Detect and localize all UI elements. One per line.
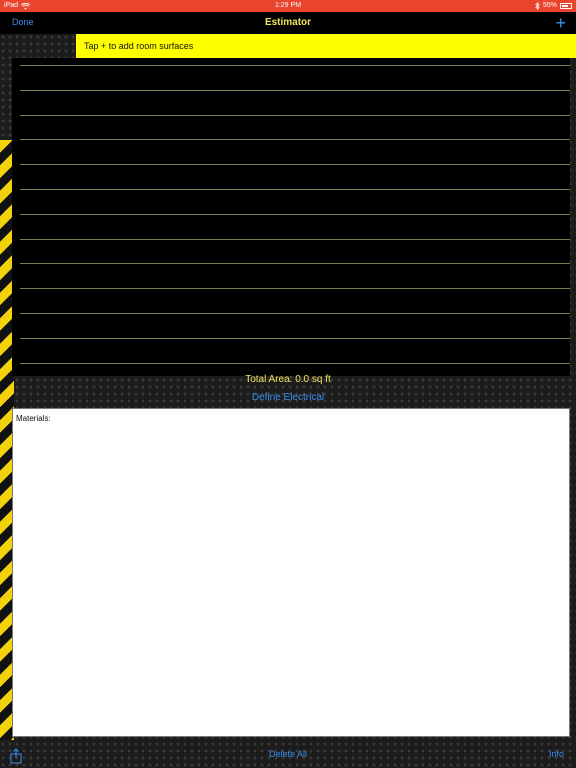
define-electrical-button[interactable]: Define Electrical bbox=[252, 392, 324, 403]
row-separator bbox=[20, 288, 570, 290]
row-separator bbox=[20, 238, 570, 240]
surfaces-list[interactable] bbox=[12, 58, 570, 376]
navigation-bar: Done Estimator + bbox=[0, 12, 576, 34]
battery-percent: 55% bbox=[542, 2, 557, 9]
row-separator bbox=[20, 263, 570, 265]
row-separator bbox=[20, 65, 570, 66]
row-separator bbox=[20, 189, 570, 190]
row-separator bbox=[20, 362, 570, 364]
info-button[interactable]: Info bbox=[549, 749, 564, 759]
bottom-toolbar: Delete All Info bbox=[0, 738, 576, 768]
row-separator bbox=[20, 164, 570, 166]
status-time: 1:29 PM bbox=[274, 2, 302, 9]
status-bar: iPad 1:29 PM 55% bbox=[0, 0, 576, 12]
page-title: Estimator bbox=[264, 17, 312, 28]
delete-all-button[interactable]: Delete All bbox=[269, 749, 307, 759]
materials-text-area[interactable]: Materials: bbox=[12, 408, 570, 737]
hint-banner: Tap + to add room surfaces bbox=[76, 34, 576, 58]
row-separator bbox=[20, 337, 570, 339]
add-surface-button[interactable]: + bbox=[555, 12, 566, 34]
row-separator bbox=[20, 89, 570, 91]
total-area-label: Total Area: 0.0 sq ft bbox=[245, 374, 331, 385]
battery-icon bbox=[560, 3, 572, 9]
row-separator bbox=[20, 213, 570, 215]
row-separator bbox=[20, 313, 570, 314]
bluetooth-icon bbox=[535, 2, 540, 10]
row-separator bbox=[20, 139, 570, 141]
row-separator bbox=[20, 114, 570, 116]
materials-label: Materials: bbox=[16, 414, 51, 423]
